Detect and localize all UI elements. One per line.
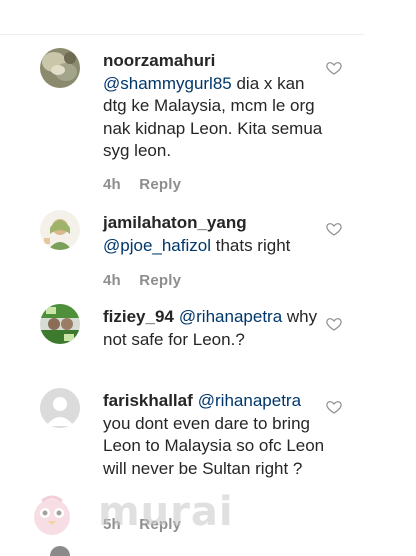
comment-time: 4h <box>103 272 121 289</box>
avatar-photo-icon <box>40 48 80 88</box>
comment-username[interactable]: fiziey_94 <box>103 307 174 326</box>
comment-text: noorzamahuri @shammygurl85 dia x kan dtg … <box>103 50 325 163</box>
avatar-photo-icon <box>40 304 80 344</box>
like-heart-icon[interactable] <box>326 221 342 237</box>
comment-username[interactable]: jamilahaton_yang <box>103 213 247 232</box>
comment-username[interactable]: noorzamahuri <box>103 51 215 70</box>
reply-button[interactable]: Reply <box>139 176 181 193</box>
avatar-photo-icon <box>40 210 80 250</box>
comment-text: fariskhallaf @rihanapetra you dont even d… <box>103 390 325 480</box>
comment-mention[interactable]: @rihanapetra <box>179 307 282 326</box>
comment-body: you dont even dare to bring Leon to Mala… <box>103 413 325 478</box>
comment-time: 4h <box>103 176 121 193</box>
top-divider <box>0 34 364 35</box>
user-avatar[interactable] <box>40 304 80 344</box>
comment-meta: 4h Reply <box>103 176 181 193</box>
default-avatar-icon <box>40 388 80 428</box>
bird-logo-icon <box>34 495 70 535</box>
user-avatar[interactable] <box>40 210 80 250</box>
comment-text: jamilahaton_yang @pjoe_hafizol thats righ… <box>103 212 325 257</box>
comment-meta: 4h Reply <box>103 272 181 289</box>
comment-body: thats right <box>211 235 291 255</box>
comment-mention[interactable]: @rihanapetra <box>198 391 301 410</box>
comment-text: fiziey_94 @rihanapetra why not safe for L… <box>103 306 325 351</box>
user-avatar[interactable] <box>40 48 80 88</box>
like-heart-icon[interactable] <box>326 60 342 76</box>
comment-mention[interactable]: @pjoe_hafizol <box>103 236 211 255</box>
comment-username[interactable]: fariskhallaf <box>103 391 193 410</box>
next-comment-avatar <box>50 546 70 556</box>
like-heart-icon[interactable] <box>326 399 342 415</box>
like-heart-icon[interactable] <box>326 316 342 332</box>
watermark-text: murai <box>98 489 234 535</box>
user-avatar[interactable] <box>40 388 80 428</box>
reply-button[interactable]: Reply <box>139 272 181 289</box>
comment-mention[interactable]: @shammygurl85 <box>103 74 232 93</box>
watermark: murai <box>28 489 233 541</box>
